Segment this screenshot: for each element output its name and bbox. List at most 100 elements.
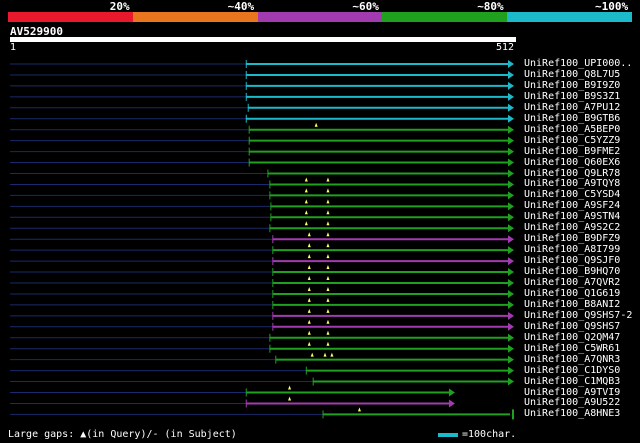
hit-row[interactable] xyxy=(10,254,514,266)
hit-row[interactable] xyxy=(10,60,514,68)
hit-end-arrow xyxy=(508,333,514,342)
hit-row[interactable] xyxy=(10,136,514,145)
hit-label[interactable]: UniRef100_B9GTB6 xyxy=(524,113,620,124)
gap-marker xyxy=(326,319,330,324)
hit-row[interactable] xyxy=(10,366,514,375)
hit-label[interactable]: UniRef100_A8HNE3 xyxy=(524,409,620,419)
hit-end-arrow xyxy=(508,344,514,353)
hit-row[interactable] xyxy=(10,308,514,320)
hit-label[interactable]: UniRef100_A9S2C2 xyxy=(524,223,620,233)
hit-end-arrow xyxy=(508,136,514,145)
gap-marker xyxy=(307,243,311,248)
hit-label[interactable]: UniRef100_C5YSD4 xyxy=(524,190,620,200)
gap-marker xyxy=(304,199,308,204)
hit-label[interactable]: UniRef100_A7PU12 xyxy=(524,102,620,113)
hit-label[interactable]: UniRef100_UPI000.. xyxy=(524,59,632,69)
gap-marker xyxy=(326,199,330,204)
hit-label[interactable]: UniRef100_C1MQB3 xyxy=(524,376,620,387)
gap-marker xyxy=(326,221,330,226)
hit-end-arrow xyxy=(508,191,514,200)
hit-row[interactable] xyxy=(10,158,514,167)
hit-label[interactable]: UniRef100_A9STN4 xyxy=(524,212,620,222)
gap-marker xyxy=(330,352,334,357)
hit-label[interactable]: UniRef100_Q9SHS7 xyxy=(524,321,620,332)
gap-marker xyxy=(307,297,311,302)
hit-row[interactable] xyxy=(10,92,514,101)
hit-label[interactable]: UniRef100_B9DFZ9 xyxy=(524,234,620,244)
hit-row[interactable] xyxy=(10,169,514,178)
gap-marker xyxy=(326,308,330,313)
hit-row[interactable] xyxy=(10,232,514,244)
hit-row[interactable] xyxy=(10,243,514,255)
hit-label[interactable]: UniRef100_C1DYS0 xyxy=(524,365,620,376)
hit-label[interactable]: UniRef100_A7QNR3 xyxy=(524,354,620,365)
hit-end-arrow xyxy=(508,224,514,233)
hit-label[interactable]: UniRef100_C5WR61 xyxy=(524,343,620,354)
hit-end-arrow xyxy=(508,289,514,298)
hit-label[interactable]: UniRef100_A9TQY8 xyxy=(524,179,620,189)
hit-row[interactable] xyxy=(10,286,514,298)
hit-row[interactable] xyxy=(10,407,514,420)
hit-label[interactable]: UniRef100_Q8L7U5 xyxy=(524,69,620,80)
hit-end-arrow xyxy=(508,268,514,277)
hit-end-arrow xyxy=(508,147,514,156)
hit-label[interactable]: UniRef100_Q60EX6 xyxy=(524,157,620,168)
hit-row[interactable] xyxy=(10,319,514,331)
gap-marker xyxy=(326,243,330,248)
hit-row[interactable] xyxy=(10,297,514,309)
hit-label[interactable]: UniRef100_B9HQ70 xyxy=(524,267,620,277)
hit-row[interactable] xyxy=(10,147,514,156)
hit-row[interactable] xyxy=(10,122,514,134)
hit-row[interactable] xyxy=(10,70,514,79)
hit-row[interactable] xyxy=(10,341,514,353)
gap-marker xyxy=(307,265,311,270)
hit-row[interactable] xyxy=(10,177,514,189)
hit-label[interactable]: UniRef100_A7QVR2 xyxy=(524,278,620,288)
hit-row[interactable] xyxy=(10,276,514,287)
hit-end-arrow xyxy=(508,235,514,244)
hit-row[interactable] xyxy=(10,396,455,408)
gap-marker xyxy=(307,319,311,324)
gaps-legend: Large gaps: ▲(in Query)/- (in Subject) xyxy=(8,429,237,440)
gap-marker xyxy=(307,232,311,237)
hit-row[interactable] xyxy=(10,377,514,386)
hit-label[interactable]: UniRef100_A5BEP0 xyxy=(524,124,620,135)
hit-label[interactable]: UniRef100_Q9SHS7-2 xyxy=(524,310,632,321)
hit-label[interactable]: UniRef100_Q1G619 xyxy=(524,288,620,299)
hit-label[interactable]: UniRef100_B8ANI2 xyxy=(524,299,620,310)
hit-label[interactable]: UniRef100_A8I799 xyxy=(524,245,620,255)
hit-label[interactable]: UniRef100_A9TVI9 xyxy=(524,387,620,398)
gap-marker xyxy=(326,297,330,302)
hit-label[interactable]: UniRef100_B9S3Z1 xyxy=(524,91,620,102)
hit-row[interactable] xyxy=(10,188,514,200)
hit-label[interactable]: UniRef100_B9FME2 xyxy=(524,146,620,157)
hit-label[interactable]: UniRef100_A9U522 xyxy=(524,398,620,408)
gap-marker xyxy=(307,308,311,313)
hit-end-arrow xyxy=(508,81,514,90)
hit-row[interactable] xyxy=(10,221,514,233)
gap-marker xyxy=(304,177,308,182)
hit-row[interactable] xyxy=(10,352,514,364)
hit-end-arrow xyxy=(508,311,514,320)
hit-row[interactable] xyxy=(10,114,514,123)
hit-end-arrow xyxy=(448,388,455,397)
hit-row[interactable] xyxy=(10,199,514,211)
gap-marker xyxy=(326,177,330,182)
hit-label[interactable]: UniRef100_Q9SJF0 xyxy=(524,256,620,266)
hit-label[interactable]: UniRef100_B9I9Z0 xyxy=(524,80,620,91)
hit-label[interactable]: UniRef100_Q2QM47 xyxy=(524,332,620,343)
gap-marker xyxy=(314,122,318,127)
hit-end-arrow xyxy=(508,103,514,112)
hit-row[interactable] xyxy=(10,210,514,222)
hit-label[interactable]: UniRef100_Q9LR78 xyxy=(524,168,620,179)
gap-marker xyxy=(326,210,330,215)
gap-marker xyxy=(326,265,330,270)
hit-label[interactable]: UniRef100_A9SF24 xyxy=(524,201,620,211)
hit-row[interactable] xyxy=(10,330,514,342)
hit-end-arrow xyxy=(508,92,514,101)
hit-row[interactable] xyxy=(10,81,514,90)
hit-label[interactable]: UniRef100_C5YZZ9 xyxy=(524,135,620,146)
hit-row[interactable] xyxy=(10,385,455,397)
hit-row[interactable] xyxy=(10,265,514,277)
hit-row[interactable] xyxy=(10,103,514,112)
